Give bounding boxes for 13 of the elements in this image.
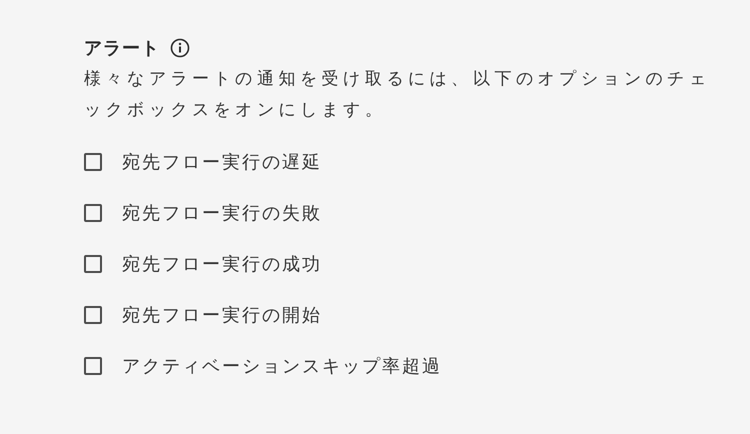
checkbox-label[interactable]: 宛先フロー実行の成功 [122, 252, 322, 276]
checkbox-label[interactable]: 宛先フロー実行の開始 [122, 303, 322, 327]
checkbox-label[interactable]: アクティベーションスキップ率超過 [122, 354, 442, 378]
info-icon[interactable] [170, 38, 190, 58]
checkbox[interactable] [84, 153, 102, 171]
checkbox-label[interactable]: 宛先フロー実行の失敗 [122, 201, 322, 225]
checkbox[interactable] [84, 255, 102, 273]
description-text: 様々なアラートの通知を受け取るには、以下のオプションのチェックボックスをオンにします。 [84, 68, 712, 122]
checkbox[interactable] [84, 306, 102, 324]
checkbox[interactable] [84, 204, 102, 222]
checkbox-label[interactable]: 宛先フロー実行の遅延 [122, 150, 322, 174]
checkbox[interactable] [84, 357, 102, 375]
section-title: アラート [84, 37, 160, 60]
